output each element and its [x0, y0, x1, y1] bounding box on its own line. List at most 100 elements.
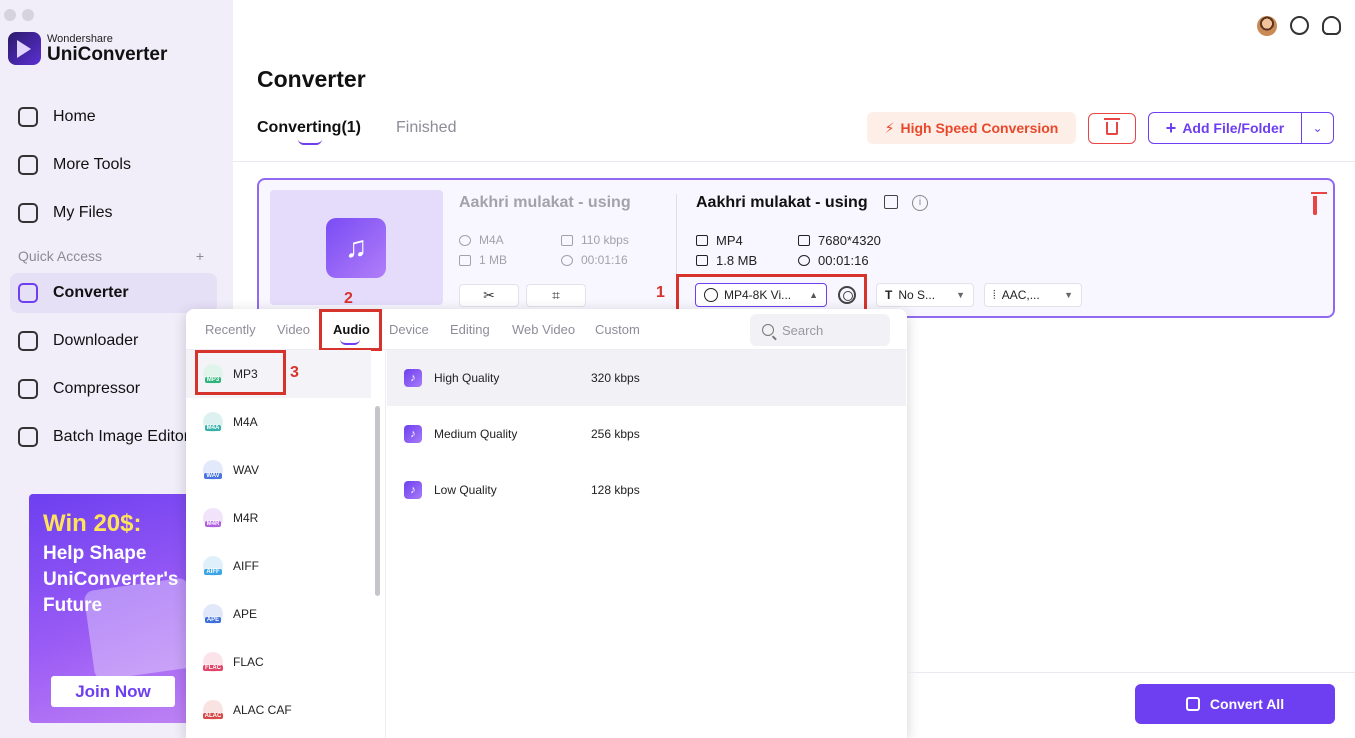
format-item-m4a[interactable]: M4A M4A — [186, 398, 371, 446]
convert-all-button[interactable]: Convert All — [1135, 684, 1335, 724]
tab-converting[interactable]: Converting(1) — [257, 119, 361, 137]
format-tag: AIFF — [204, 569, 222, 575]
format-item-wav[interactable]: WAV WAV — [186, 446, 371, 494]
sidebar-item-more-tools[interactable]: More Tools — [10, 145, 217, 185]
sidebar-item-home[interactable]: Home — [10, 97, 217, 137]
tab-video[interactable]: Video — [277, 322, 310, 337]
sidebar-item-label: Compressor — [53, 380, 141, 397]
lightning-icon: ⚡ — [884, 119, 895, 136]
quality-row-low[interactable]: ♪ Low Quality 128 kbps — [387, 462, 906, 518]
quality-bitrate: 320 kbps — [591, 371, 640, 385]
add-file-label: Add File/Folder — [1182, 120, 1285, 136]
m4r-icon: M4R — [203, 508, 223, 528]
bitrate-icon — [561, 234, 573, 246]
format-tabs: Recently Video Audio Device Editing Web … — [186, 309, 907, 351]
promo-text: Help Shape UniConverter's Future — [43, 541, 178, 619]
toolbox-icon — [18, 155, 38, 175]
minimize-window-button[interactable] — [22, 9, 34, 21]
target-duration: 00:01:16 — [798, 253, 869, 268]
sidebar-item-label: Home — [53, 108, 96, 125]
format-label: M4A — [233, 415, 258, 429]
folder-icon — [459, 254, 471, 266]
footer-divider — [907, 672, 1355, 673]
format-list-scrollbar[interactable] — [375, 406, 380, 596]
add-file-folder-button[interactable]: + Add File/Folder — [1149, 113, 1302, 143]
quality-bitrate: 128 kbps — [591, 483, 640, 497]
headset-icon[interactable] — [1322, 16, 1341, 35]
format-search-input[interactable]: Search — [750, 314, 890, 346]
close-window-button[interactable] — [4, 9, 16, 21]
audio-format-list: MP3 MP3 M4A M4A WAV WAV M4R M4R AIFF AIF… — [186, 350, 386, 738]
tab-recently[interactable]: Recently — [205, 322, 256, 337]
format-item-m4r[interactable]: M4R M4R — [186, 494, 371, 542]
high-speed-conversion-button[interactable]: ⚡ High Speed Conversion — [867, 112, 1076, 144]
crop-icon: ⌗ — [552, 287, 560, 303]
format-item-alac-caf[interactable]: ALAC ALAC CAF — [186, 686, 371, 734]
convert-all-label: Convert All — [1209, 696, 1285, 712]
target-resolution-value: 7680*4320 — [818, 233, 881, 248]
tab-device[interactable]: Device — [389, 322, 429, 337]
edit-icon[interactable] — [884, 195, 898, 209]
format-label: APE — [233, 607, 258, 621]
music-icon: ♫ — [326, 218, 386, 278]
sidebar-item-label: Batch Image Editor — [53, 428, 190, 445]
add-file-dropdown[interactable]: ⌄ — [1302, 121, 1333, 135]
audio-track-value: AAC,... — [1001, 288, 1040, 302]
downloader-icon — [18, 331, 38, 351]
tab-editing[interactable]: Editing — [450, 322, 490, 337]
target-resolution: 7680*4320 — [798, 233, 881, 248]
chat-icon[interactable] — [1290, 16, 1309, 35]
aiff-icon: AIFF — [203, 556, 223, 576]
trim-button[interactable]: ✂ — [459, 284, 519, 307]
join-now-button[interactable]: Join Now — [51, 676, 175, 707]
music-note-icon: ♪ — [404, 369, 422, 387]
tab-web-video[interactable]: Web Video — [512, 322, 575, 337]
clock-icon — [561, 254, 573, 266]
format-label: AIFF — [233, 559, 259, 573]
delete-all-button[interactable] — [1088, 113, 1136, 144]
avatar[interactable] — [1257, 16, 1277, 36]
sidebar-item-label: My Files — [53, 204, 113, 221]
music-note-icon: ♪ — [404, 481, 422, 499]
promo-line: UniConverter's — [43, 569, 179, 590]
sidebar-item-label: More Tools — [53, 156, 131, 173]
promo-banner[interactable]: Win 20$: Help Shape UniConverter's Futur… — [29, 494, 209, 723]
tab-custom[interactable]: Custom — [595, 322, 640, 337]
brand: Wondershare UniConverter — [8, 32, 167, 65]
waveform-icon: ⦙ — [993, 287, 996, 302]
format-label: WAV — [233, 463, 259, 477]
image-editor-icon — [18, 427, 38, 447]
resolution-icon — [798, 235, 810, 246]
quality-row-high[interactable]: ♪ High Quality 320 kbps — [387, 350, 906, 406]
annotation-box-mp3 — [195, 350, 286, 395]
crop-button[interactable]: ⌗ — [526, 284, 586, 307]
quick-access-add-button[interactable]: + — [196, 248, 204, 264]
format-item-aiff[interactable]: AIFF AIFF — [186, 542, 371, 590]
search-placeholder: Search — [782, 322, 824, 338]
source-file-title: Aakhri mulakat - using — [459, 194, 631, 211]
quality-row-medium[interactable]: ♪ Medium Quality 256 kbps — [387, 406, 906, 462]
format-item-ape[interactable]: APE APE — [186, 590, 371, 638]
window-controls — [4, 9, 34, 21]
quick-access-header: Quick Access + — [18, 248, 204, 264]
format-tag: M4A — [204, 425, 222, 431]
delete-file-button[interactable] — [1313, 196, 1317, 215]
format-tag: M4R — [204, 521, 222, 527]
source-size: 1 MB — [459, 253, 507, 267]
tab-finished[interactable]: Finished — [396, 119, 456, 137]
sidebar-item-converter[interactable]: Converter — [10, 273, 217, 313]
info-icon[interactable]: i — [912, 195, 928, 211]
wav-icon: WAV — [203, 460, 223, 480]
format-panel: Recently Video Audio Device Editing Web … — [186, 309, 907, 738]
subtitle-select[interactable]: T No S... ▼ — [876, 283, 974, 307]
brand-company: Wondershare — [47, 32, 113, 45]
step-number-2: 2 — [344, 290, 353, 307]
format-item-flac[interactable]: FLAC FLAC — [186, 638, 371, 686]
format-tag: WAV — [204, 473, 222, 479]
sidebar-item-my-files[interactable]: My Files — [10, 193, 217, 233]
quality-name: Low Quality — [434, 483, 497, 497]
trash-icon — [1104, 118, 1120, 135]
audio-track-select[interactable]: ⦙ AAC,... ▼ — [984, 283, 1082, 307]
file-card[interactable]: ♫ Aakhri mulakat - using M4A 110 kbps 1 … — [257, 178, 1335, 318]
ape-icon: APE — [203, 604, 223, 624]
